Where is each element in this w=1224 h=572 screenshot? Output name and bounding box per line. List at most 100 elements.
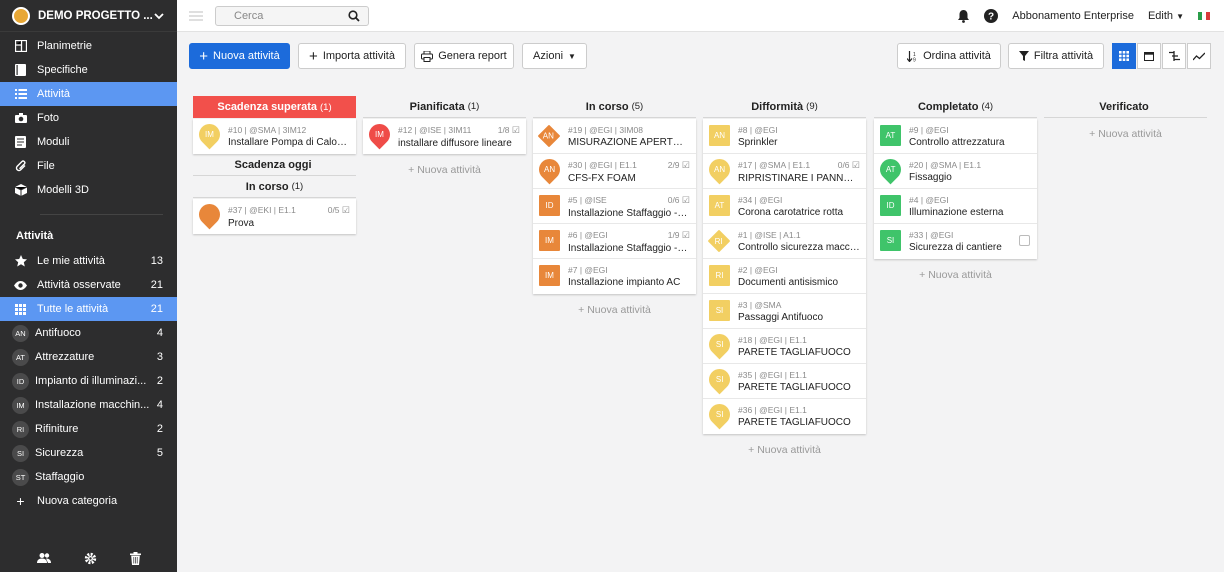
toolbar: + Nuova attività + Importa attività Genera…	[177, 32, 1224, 80]
category-item[interactable]: RI Rifiniture 2	[0, 417, 177, 441]
category-item[interactable]: ID Impianto di illuminazi... 2	[0, 369, 177, 393]
card-meta: #6 | @EGI	[568, 230, 608, 240]
gear-icon[interactable]	[84, 552, 97, 565]
card-meta: #5 | @ISE	[568, 195, 607, 205]
nav-item-planimetrie[interactable]: Planimetrie	[0, 34, 177, 58]
category-square-icon: AT	[709, 195, 730, 216]
trash-icon[interactable]	[129, 551, 141, 565]
activity-card[interactable]: ID #5 | @ISE 0/6 ☑ Installazione Staffaggio…	[533, 189, 696, 224]
card-title: Corona carotatrice rotta	[738, 207, 844, 218]
activity-card[interactable]: ID #4 | @EGI Illuminazione esterna	[874, 189, 1037, 224]
add-activity-link[interactable]: + Nuova attività	[1044, 128, 1207, 140]
checkbox-icon: ☑	[341, 205, 350, 215]
search-icon	[348, 9, 360, 22]
activity-card[interactable]: IM #6 | @EGI 1/9 ☑ Installazione Staffaggio…	[533, 224, 696, 259]
activity-card[interactable]: SI #36 | @EGI | E1.1 PARETE TAGLIAFUOCO	[703, 399, 866, 434]
category-square-icon: ID	[539, 195, 560, 216]
add-activity-link[interactable]: + Nuova attività	[363, 164, 526, 176]
activity-filter-item[interactable]: Attività osservate 21	[0, 273, 177, 297]
italian-flag-icon[interactable]	[1198, 11, 1210, 20]
activity-filter-item[interactable]: Le mie attività 13	[0, 249, 177, 273]
users-icon[interactable]	[36, 552, 51, 564]
activity-card[interactable]: #37 | @EKI | E1.1 0/5 ☑ Prova	[193, 199, 356, 234]
activity-card[interactable]: SI #35 | @EGI | E1.1 PARETE TAGLIAFUOCO	[703, 364, 866, 399]
category-badge: ST	[12, 468, 29, 486]
new-activity-button[interactable]: + Nuova attività	[189, 43, 290, 69]
checklist-progress: 2/9 ☑	[667, 160, 690, 170]
search-input[interactable]: Cerca	[215, 5, 369, 26]
activity-card[interactable]: AN #30 | @EGI | E1.1 2/9 ☑ CFS-FX FOAM	[533, 154, 696, 189]
caret-down-icon: ▼	[568, 51, 576, 61]
card-title: Fissaggio	[909, 172, 952, 183]
category-square-icon: IM	[539, 265, 560, 286]
column-header: Scadenza superata (1)	[193, 96, 356, 118]
card-meta: #17 | @SMA | E1.1	[738, 160, 811, 170]
activity-card[interactable]: AN #19 | @EGI | 3IM08 MISURAZIONE APERTUR.…	[533, 119, 696, 154]
menu-icon[interactable]	[189, 10, 203, 21]
nav-item-specifiche[interactable]: Specifiche	[0, 58, 177, 82]
category-badge: ID	[12, 372, 29, 390]
activity-card[interactable]: SI #18 | @EGI | E1.1 PARETE TAGLIAFUOCO	[703, 329, 866, 364]
category-pin-icon: SI	[704, 399, 735, 430]
import-activities-button[interactable]: + Importa attività	[298, 43, 406, 69]
category-item[interactable]: SI Sicurezza 5	[0, 441, 177, 465]
activity-card[interactable]: SI #33 | @EGI Sicurezza di cantiere	[874, 224, 1037, 259]
column-completato: Completato (4) AT #9 | @EGI Controllo attrez…	[874, 96, 1037, 281]
activity-card[interactable]: AT #9 | @EGI Controllo attrezzatura	[874, 119, 1037, 154]
new-category-button[interactable]: + Nuova categoria	[0, 489, 177, 513]
activity-filter-item[interactable]: Tutte le attività 21	[0, 297, 177, 321]
select-checkbox[interactable]	[1019, 235, 1030, 246]
activity-card[interactable]: RI #2 | @EGI Documenti antisismico	[703, 259, 866, 294]
add-activity-link[interactable]: + Nuova attività	[703, 444, 866, 456]
calendar-icon	[1144, 52, 1154, 61]
card-meta: #20 | @SMA | E1.1	[909, 160, 982, 170]
filter-activities-button[interactable]: Filtra attività	[1008, 43, 1104, 69]
card-title: Documenti antisismico	[738, 277, 839, 288]
category-item[interactable]: IM Installazione macchin... 4	[0, 393, 177, 417]
activity-card[interactable]: AT #20 | @SMA | E1.1 Fissaggio	[874, 154, 1037, 189]
plus-icon: +	[16, 493, 25, 509]
nav-item-file[interactable]: File	[0, 154, 177, 178]
column-header: Verificato	[1044, 96, 1207, 118]
svg-text:9: 9	[913, 57, 916, 62]
activity-card[interactable]: AN #17 | @SMA | E1.1 0/6 ☑ RIPRISTINARE I P…	[703, 154, 866, 189]
view-chart-button[interactable]	[1187, 43, 1211, 69]
view-gantt-button[interactable]	[1162, 43, 1186, 69]
user-menu[interactable]: Edith ▼	[1148, 10, 1184, 22]
generate-report-button[interactable]: Genera report	[414, 43, 514, 69]
help-icon[interactable]: ?	[984, 8, 999, 23]
activity-count: 13	[150, 255, 163, 267]
add-activity-link[interactable]: + Nuova attività	[874, 269, 1037, 281]
column-in-corso: In corso (5) AN #19 | @EGI | 3IM08 MISURAZIO…	[533, 96, 696, 316]
view-calendar-button[interactable]	[1137, 43, 1161, 69]
activity-card[interactable]: IM #10 | @SMA | 3IM12 Installare Pompa di …	[193, 119, 356, 154]
activity-card[interactable]: SI #3 | @SMA Passaggi Antifuoco	[703, 294, 866, 329]
category-item[interactable]: AT Attrezzature 3	[0, 345, 177, 369]
card-title: Installare Pompa di Calore ...	[228, 137, 350, 148]
bell-icon[interactable]	[957, 9, 970, 23]
nav-item-foto[interactable]: Foto	[0, 106, 177, 130]
activity-card[interactable]: AN #8 | @EGI Sprinkler	[703, 119, 866, 154]
card-meta: #7 | @EGI	[568, 265, 608, 275]
plan-label[interactable]: Abbonamento Enterprise	[1012, 10, 1134, 22]
sort-activities-button[interactable]: 19 Ordina attività	[897, 43, 1001, 69]
activity-card[interactable]: IM #12 | @ISE | 3IM11 1/8 ☑ installare diff…	[363, 119, 526, 154]
project-selector[interactable]: DEMO PROGETTO ...	[0, 0, 177, 32]
activity-card[interactable]: AT #34 | @EGI Corona carotatrice rotta	[703, 189, 866, 224]
category-item[interactable]: AN Antifuoco 4	[0, 321, 177, 345]
activity-card[interactable]: RI #1 | @ISE | A1.1 Controllo sicurezza ma…	[703, 224, 866, 259]
category-item[interactable]: ST Staffaggio	[0, 465, 177, 489]
nav-item-attivit-[interactable]: Attività	[0, 82, 177, 106]
actions-dropdown[interactable]: Azioni ▼	[522, 43, 587, 69]
checklist-progress: 0/6 ☑	[667, 195, 690, 205]
add-activity-link[interactable]: + Nuova attività	[533, 304, 696, 316]
nav-item-moduli[interactable]: Moduli	[0, 130, 177, 154]
activity-count: 21	[150, 303, 163, 315]
activity-card[interactable]: IM #7 | @EGI Installazione impianto AC	[533, 259, 696, 294]
nav-item-modelli-3d[interactable]: Modelli 3D	[0, 178, 177, 202]
grid-icon	[14, 303, 27, 316]
view-board-button[interactable]	[1112, 43, 1136, 69]
star-icon	[14, 255, 27, 268]
card-title: MISURAZIONE APERTUR...	[568, 137, 690, 148]
category-badge: IM	[12, 396, 29, 414]
